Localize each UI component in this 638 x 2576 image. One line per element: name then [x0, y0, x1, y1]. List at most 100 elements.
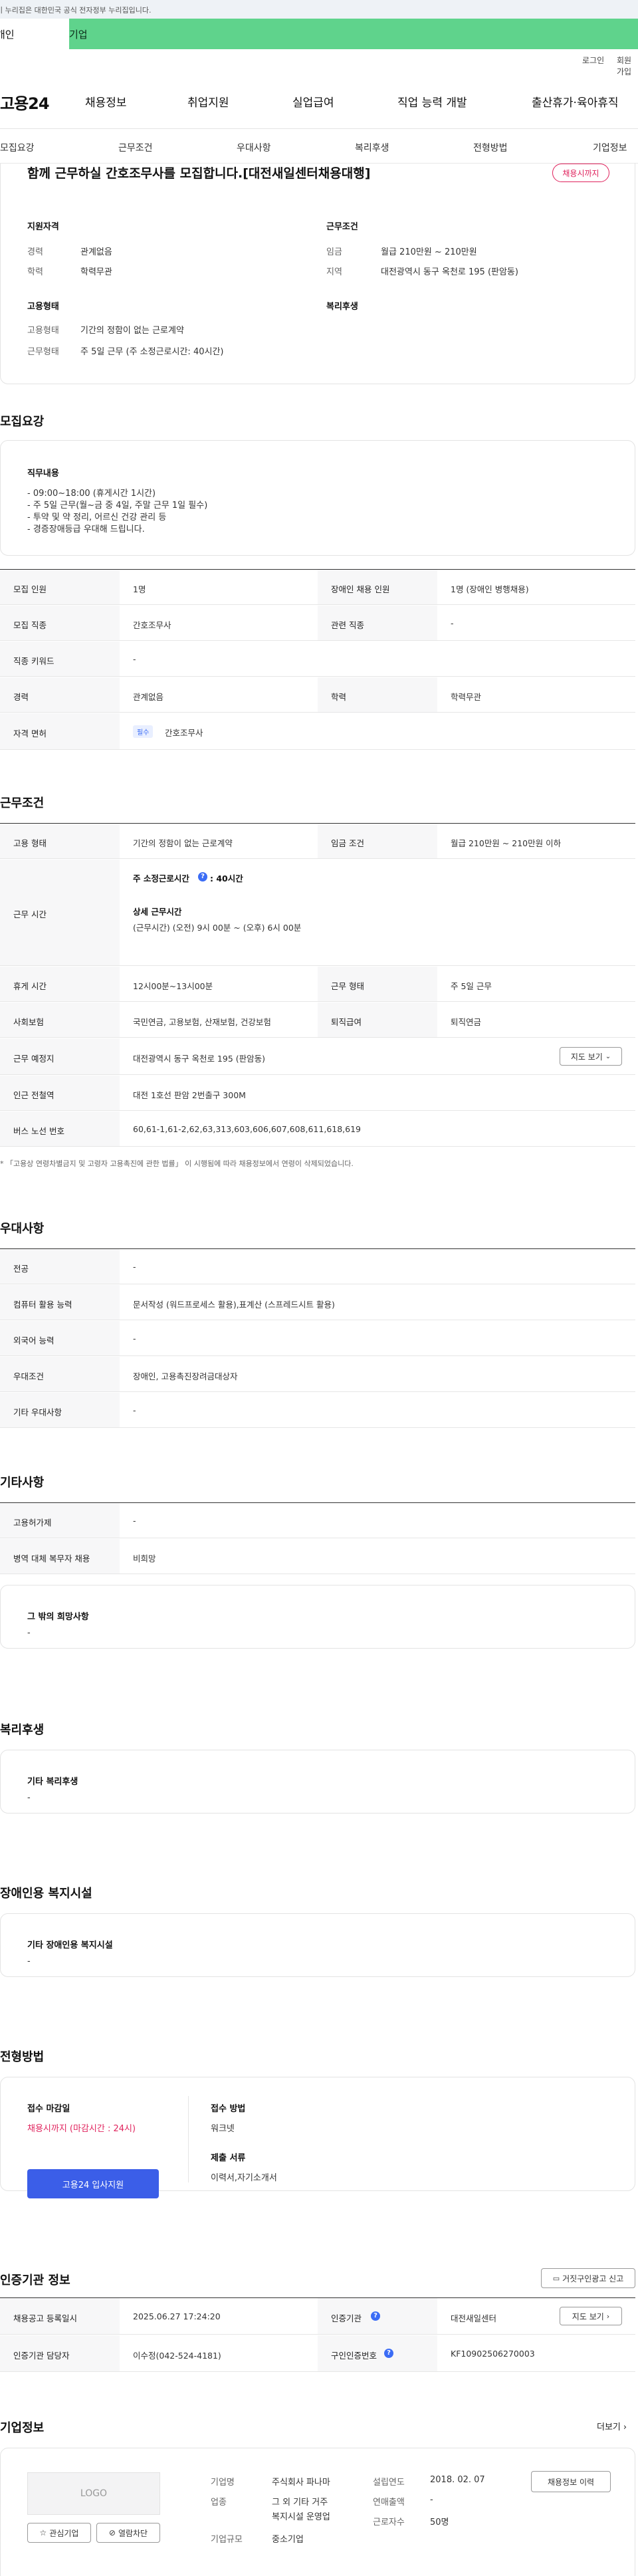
related-value: -	[451, 618, 454, 628]
qual-title: 지원자격	[27, 222, 59, 232]
table-row: 인증기관 담당자 이수정(042-524-4181) 구인인증번호 ? KF10…	[0, 2335, 635, 2372]
chevron-down-icon: ⌄	[605, 1052, 611, 1060]
job-label: 모집 직종	[13, 620, 47, 630]
welfare-card: 기타 복리후생 -	[0, 1750, 635, 1814]
reg-date-label: 채용공고 등록일시	[13, 2313, 77, 2323]
apply-button[interactable]: 고용24 입사지원	[27, 2169, 159, 2198]
emptype-label: 고용형태	[27, 326, 59, 336]
prefer-section-title: 우대사항	[0, 1222, 45, 1236]
wage-value: 월급 210만원 ~ 210만원	[381, 247, 477, 257]
snav-company[interactable]: 기업정보	[593, 141, 627, 154]
worktime-label: 근무 시간	[13, 909, 47, 919]
duty-card: 직무내용 - 09:00~18:00 (휴게시간 1시간) - 주 5일 근무(…	[0, 440, 635, 556]
disabled-fac-section-title: 장애인용 복지시설	[0, 1887, 92, 1901]
report-button[interactable]: ▭ 거짓구인광고 신고	[541, 2268, 635, 2288]
workshape-value: 주 5일 근무 (주 소정근로시간: 40시간)	[80, 347, 224, 357]
docs-label: 제출 서류	[211, 2153, 246, 2163]
language-value: -	[133, 1334, 136, 1344]
deadline-value: 채용시까지 (마감시간 : 24시)	[27, 2124, 136, 2134]
military-value: 비희망	[133, 1554, 156, 1564]
info-icon[interactable]: ?	[198, 872, 207, 881]
menu-jobs[interactable]: 채용정보	[85, 93, 127, 110]
method-label: 접수 방법	[211, 2104, 246, 2114]
info-icon[interactable]: ?	[384, 2349, 393, 2358]
table-row: 휴게 시간 12시00분~13시00분 근무 형태 주 5일 근무	[0, 967, 635, 1002]
menu-unemployment-benefit[interactable]: 실업급여	[292, 93, 334, 110]
agency-map-button-label: 지도 보기	[572, 2311, 604, 2321]
duty-line: - 경증장애등급 우대해 드립니다.	[27, 525, 145, 534]
snav-welfare[interactable]: 복리후생	[355, 141, 389, 154]
retirement-value: 퇴직연금	[451, 1017, 482, 1027]
company-card: LOGO ☆ 관심기업 ⊘ 열람차단 기업명 주식회사 파나마 업종 그 외 기타 …	[0, 2448, 635, 2576]
welfare-box-value: -	[27, 1793, 31, 1803]
block-button-label: 열람차단	[118, 2528, 148, 2538]
workshape-label: 근무 형태	[331, 981, 364, 991]
snav-apply[interactable]: 전형방법	[473, 141, 508, 154]
history-button[interactable]: 채용정보 이력	[531, 2471, 611, 2492]
apply-section-title: 전형방법	[0, 2050, 45, 2064]
company-name-label: 기업명	[211, 2478, 235, 2488]
emptype-label: 고용 형태	[13, 838, 47, 848]
wage-label: 임금 조건	[331, 838, 364, 848]
cert-number-value: KF10902506270003	[451, 2349, 535, 2359]
emptype-value: 기간의 정함이 없는 근로계약	[80, 326, 184, 336]
snav-prefer[interactable]: 우대사항	[237, 141, 271, 154]
welfare-box-title: 기타 복리후생	[27, 1777, 78, 1787]
table-row: 버스 노선 번호 60,61-1,61-2,62,63,313,603,606,…	[0, 1112, 635, 1147]
tab-company[interactable]: 기업	[69, 19, 638, 49]
info-icon[interactable]: ?	[371, 2311, 380, 2321]
map-button[interactable]: 지도 보기 ⌄	[560, 1047, 622, 1066]
est-label: 설립연도	[373, 2478, 405, 2488]
disabled-fac-card: 기타 장애인용 복지시설 -	[0, 1913, 635, 1977]
duty-line: - 투약 및 약 정리, 어르신 건강 관리 등	[27, 513, 167, 523]
workplace-label: 근무 예정지	[13, 1054, 54, 1064]
recruit-section-title: 모집요강	[0, 415, 45, 429]
favorite-button-label: 관심기업	[49, 2528, 79, 2538]
company-logo: LOGO	[27, 2472, 160, 2515]
method-value: 워크넷	[211, 2124, 235, 2134]
login-link[interactable]: 로그인	[582, 55, 604, 66]
career-value: 관계없음	[80, 247, 112, 257]
apply-card: 접수 마감일 채용시까지 (마감시간 : 24시) 고용24 입사지원 접수 방…	[0, 2077, 635, 2198]
workplace-value: 대전광역시 동구 옥천로 195 (판암동)	[133, 1054, 266, 1064]
language-label: 외국어 능력	[13, 1336, 54, 1346]
snav-work[interactable]: 근무조건	[118, 141, 153, 154]
duty-line: - 09:00~18:00 (휴게시간 1시간)	[27, 489, 156, 499]
more-link[interactable]: 더보기 ›	[597, 2420, 627, 2432]
snav-recruit[interactable]: 모집요강	[0, 141, 35, 154]
wish-card: 그 밖의 희망사항 -	[0, 1585, 635, 1649]
menu-parental-leave[interactable]: 출산휴가·육아휴직	[532, 93, 619, 110]
table-row: 기타 우대사항 -	[0, 1393, 635, 1428]
table-row: 병역 대체 복무자 채용 비희망	[0, 1539, 635, 1574]
table-row: 외국어 능력 -	[0, 1321, 635, 1356]
job-title: 함께 근무하실 간호조무사를 모집합니다.[대전새일센터채용대행]	[27, 166, 371, 181]
docs-value: 이력서,자기소개서	[211, 2173, 277, 2183]
edu-value: 학력무관	[80, 267, 112, 277]
sales-label: 연매출액	[373, 2498, 405, 2508]
workshape-value: 주 5일 근무	[451, 981, 492, 991]
disabled-fac-box-title: 기타 장애인용 복지시설	[27, 1940, 113, 1950]
menu-employment-support[interactable]: 취업지원	[187, 93, 229, 110]
industry-value: 그 외 기타 거주	[272, 2498, 328, 2508]
table-row: 우대조건 장애인, 고용촉진장려금대상자	[0, 1357, 635, 1392]
career-label: 경력	[27, 247, 43, 257]
table-row: 자격 면허 필수 간호조무사	[0, 713, 635, 750]
disabled-fac-box-value: -	[27, 1956, 31, 1966]
block-button[interactable]: ⊘ 열람차단	[96, 2523, 160, 2543]
cert-agency-label: 인증기관	[331, 2313, 362, 2323]
industry-value-line2: 복지시설 운영업	[272, 2512, 330, 2522]
site-logo[interactable]: 고용24	[0, 90, 50, 114]
tab-personal-label: 개인	[0, 28, 15, 41]
favorite-button[interactable]: ☆ 관심기업	[27, 2523, 91, 2543]
agency-map-button[interactable]: 지도 보기 ›	[560, 2307, 622, 2325]
pc-skill-label: 컴퓨터 활용 능력	[13, 1300, 72, 1310]
employees-value: 50명	[430, 2517, 449, 2527]
disabled-label: 장애인 채용 인원	[331, 584, 390, 594]
table-row: 직종 키워드 -	[0, 642, 635, 677]
edu-label: 학력	[27, 267, 43, 277]
star-icon: ☆	[39, 2528, 47, 2537]
wage-value: 월급 210만원 ~ 210만원 이하	[451, 838, 562, 848]
company-name-value: 주식회사 파나마	[272, 2478, 330, 2488]
menu-job-training[interactable]: 직업 능력 개발	[397, 93, 467, 110]
tab-personal[interactable]: 개인	[0, 19, 69, 49]
